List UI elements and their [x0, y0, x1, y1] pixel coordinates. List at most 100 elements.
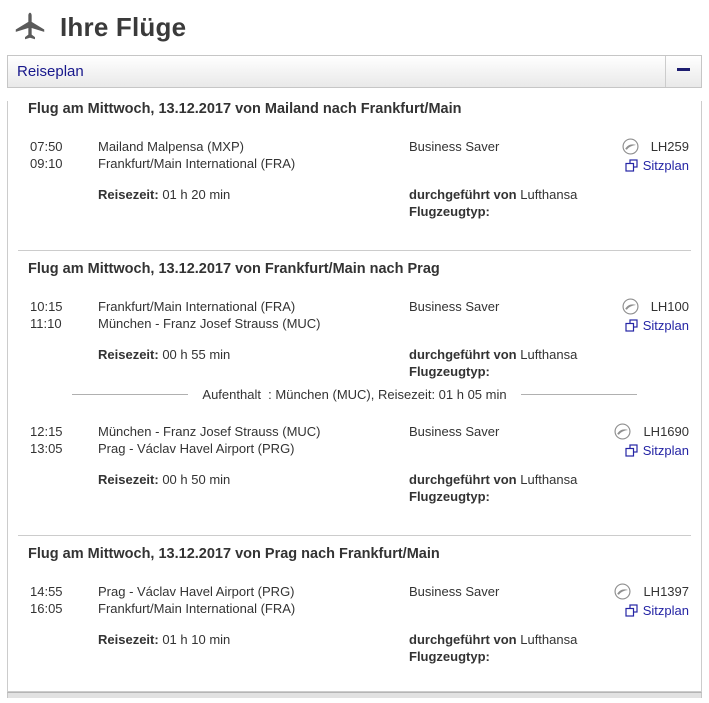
- segment-times: 07:50 09:10: [30, 138, 98, 220]
- departure-time: 10:15: [30, 298, 98, 315]
- reiseplan-accordion-header[interactable]: Reiseplan: [7, 55, 702, 88]
- segment-fare: Business Saver durchgeführt von Lufthans…: [409, 298, 609, 380]
- segment-fare: Business Saver durchgeführt von Lufthans…: [409, 138, 609, 220]
- seatmap-link[interactable]: Sitzplan: [625, 443, 689, 458]
- seatmap-link[interactable]: Sitzplan: [625, 603, 689, 618]
- flight-group: Flug am Mittwoch, 13.12.2017 von Mailand…: [8, 101, 701, 220]
- flight-number: LH100: [651, 298, 689, 315]
- travel-time: Reisezeit: 00 h 50 min: [98, 471, 409, 488]
- segment-flight-info: LH1690 Sitzplan: [609, 423, 689, 505]
- arrival-airport: Frankfurt/Main International (FRA): [98, 155, 409, 172]
- flight-group: Flug am Mittwoch, 13.12.2017 von Prag na…: [8, 546, 701, 665]
- departure-time: 12:15: [30, 423, 98, 440]
- next-section-bar[interactable]: [7, 692, 702, 698]
- aircraft-type-label: Flugzeugtyp:: [409, 364, 490, 379]
- segment-airports: München - Franz Josef Strauss (MUC) Prag…: [98, 423, 409, 505]
- seatmap-label: Sitzplan: [643, 603, 689, 618]
- segment-flight-info: LH259 Sitzplan: [609, 138, 689, 220]
- fare-name: Business Saver: [409, 583, 609, 600]
- stopover-line: [521, 394, 637, 395]
- flight-number: LH259: [651, 138, 689, 155]
- page-header: Ihre Flüge: [0, 0, 709, 55]
- carrier-name: Lufthansa: [520, 187, 577, 202]
- segment-times: 12:15 13:05: [30, 423, 98, 505]
- flight-number: LH1690: [643, 423, 689, 440]
- reiseplan-panel: Reiseplan Flug am Mittwoch, 13.12.2017 v…: [7, 55, 702, 692]
- seatmap-label: Sitzplan: [643, 158, 689, 173]
- stopover-text: Aufenthalt : München (MUC), Reisezeit: 0…: [188, 386, 520, 403]
- operated-by: durchgeführt von Lufthansa Flugzeugtyp:: [409, 346, 609, 380]
- lufthansa-crane-icon: [614, 423, 631, 440]
- seatmap-link[interactable]: Sitzplan: [625, 318, 689, 333]
- arrival-airport: Prag - Václav Havel Airport (PRG): [98, 440, 409, 457]
- collapse-button[interactable]: [665, 56, 701, 87]
- flight-segment: 07:50 09:10 Mailand Malpensa (MXP) Frank…: [8, 138, 701, 220]
- departure-airport: Mailand Malpensa (MXP): [98, 138, 409, 155]
- segment-fare: Business Saver durchgeführt von Lufthans…: [409, 583, 609, 665]
- arrival-time: 16:05: [30, 600, 98, 617]
- fare-name: Business Saver: [409, 298, 609, 315]
- seatmap-icon: [625, 604, 638, 617]
- arrival-time: 09:10: [30, 155, 98, 172]
- reiseplan-body: Flug am Mittwoch, 13.12.2017 von Mailand…: [7, 101, 702, 692]
- segment-airports: Frankfurt/Main International (FRA) Münch…: [98, 298, 409, 380]
- page-title: Ihre Flüge: [60, 12, 186, 43]
- flight-group-heading: Flug am Mittwoch, 13.12.2017 von Mailand…: [8, 101, 701, 117]
- arrival-time: 11:10: [30, 315, 98, 332]
- aircraft-type-label: Flugzeugtyp:: [409, 649, 490, 664]
- travel-time: Reisezeit: 00 h 55 min: [98, 346, 409, 363]
- lufthansa-crane-icon: [614, 583, 631, 600]
- seatmap-label: Sitzplan: [643, 443, 689, 458]
- reiseplan-title: Reiseplan: [8, 56, 665, 87]
- group-divider: [18, 535, 691, 536]
- departure-airport: München - Franz Josef Strauss (MUC): [98, 423, 409, 440]
- aircraft-type-label: Flugzeugtyp:: [409, 489, 490, 504]
- flight-segment: 12:15 13:05 München - Franz Josef Straus…: [8, 423, 701, 505]
- arrival-airport: München - Franz Josef Strauss (MUC): [98, 315, 409, 332]
- segment-flight-info: LH1397 Sitzplan: [609, 583, 689, 665]
- stopover-line: [72, 394, 188, 395]
- departure-airport: Prag - Václav Havel Airport (PRG): [98, 583, 409, 600]
- operated-by: durchgeführt von Lufthansa Flugzeugtyp:: [409, 631, 609, 665]
- carrier-name: Lufthansa: [520, 472, 577, 487]
- segment-flight-info: LH100 Sitzplan: [609, 298, 689, 380]
- departure-airport: Frankfurt/Main International (FRA): [98, 298, 409, 315]
- segment-fare: Business Saver durchgeführt von Lufthans…: [409, 423, 609, 505]
- flight-group-heading: Flug am Mittwoch, 13.12.2017 von Frankfu…: [8, 261, 701, 277]
- operated-by: durchgeführt von Lufthansa Flugzeugtyp:: [409, 471, 609, 505]
- segment-times: 14:55 16:05: [30, 583, 98, 665]
- minus-icon: [677, 68, 690, 71]
- flight-group: Flug am Mittwoch, 13.12.2017 von Frankfu…: [8, 261, 701, 505]
- segment-airports: Prag - Václav Havel Airport (PRG) Frankf…: [98, 583, 409, 665]
- segment-times: 10:15 11:10: [30, 298, 98, 380]
- seatmap-label: Sitzplan: [643, 318, 689, 333]
- arrival-time: 13:05: [30, 440, 98, 457]
- carrier-name: Lufthansa: [520, 347, 577, 362]
- group-divider: [18, 250, 691, 251]
- flight-segment: 14:55 16:05 Prag - Václav Havel Airport …: [8, 583, 701, 665]
- seatmap-icon: [625, 159, 638, 172]
- seatmap-icon: [625, 319, 638, 332]
- travel-time-value: 00 h 55 min: [162, 347, 230, 362]
- lufthansa-crane-icon: [622, 298, 639, 315]
- lufthansa-crane-icon: [622, 138, 639, 155]
- fare-name: Business Saver: [409, 423, 609, 440]
- departure-time: 07:50: [30, 138, 98, 155]
- flight-segment: 10:15 11:10 Frankfurt/Main International…: [8, 298, 701, 380]
- seatmap-icon: [625, 444, 638, 457]
- segment-airports: Mailand Malpensa (MXP) Frankfurt/Main In…: [98, 138, 409, 220]
- airplane-icon: [14, 11, 46, 43]
- flight-number: LH1397: [643, 583, 689, 600]
- carrier-name: Lufthansa: [520, 632, 577, 647]
- seatmap-link[interactable]: Sitzplan: [625, 158, 689, 173]
- operated-by: durchgeführt von Lufthansa Flugzeugtyp:: [409, 186, 609, 220]
- travel-time-value: 01 h 10 min: [162, 632, 230, 647]
- aircraft-type-label: Flugzeugtyp:: [409, 204, 490, 219]
- arrival-airport: Frankfurt/Main International (FRA): [98, 600, 409, 617]
- flight-group-heading: Flug am Mittwoch, 13.12.2017 von Prag na…: [8, 546, 701, 562]
- travel-time-value: 00 h 50 min: [162, 472, 230, 487]
- stopover-divider: Aufenthalt : München (MUC), Reisezeit: 0…: [72, 386, 637, 403]
- fare-name: Business Saver: [409, 138, 609, 155]
- departure-time: 14:55: [30, 583, 98, 600]
- travel-time-value: 01 h 20 min: [162, 187, 230, 202]
